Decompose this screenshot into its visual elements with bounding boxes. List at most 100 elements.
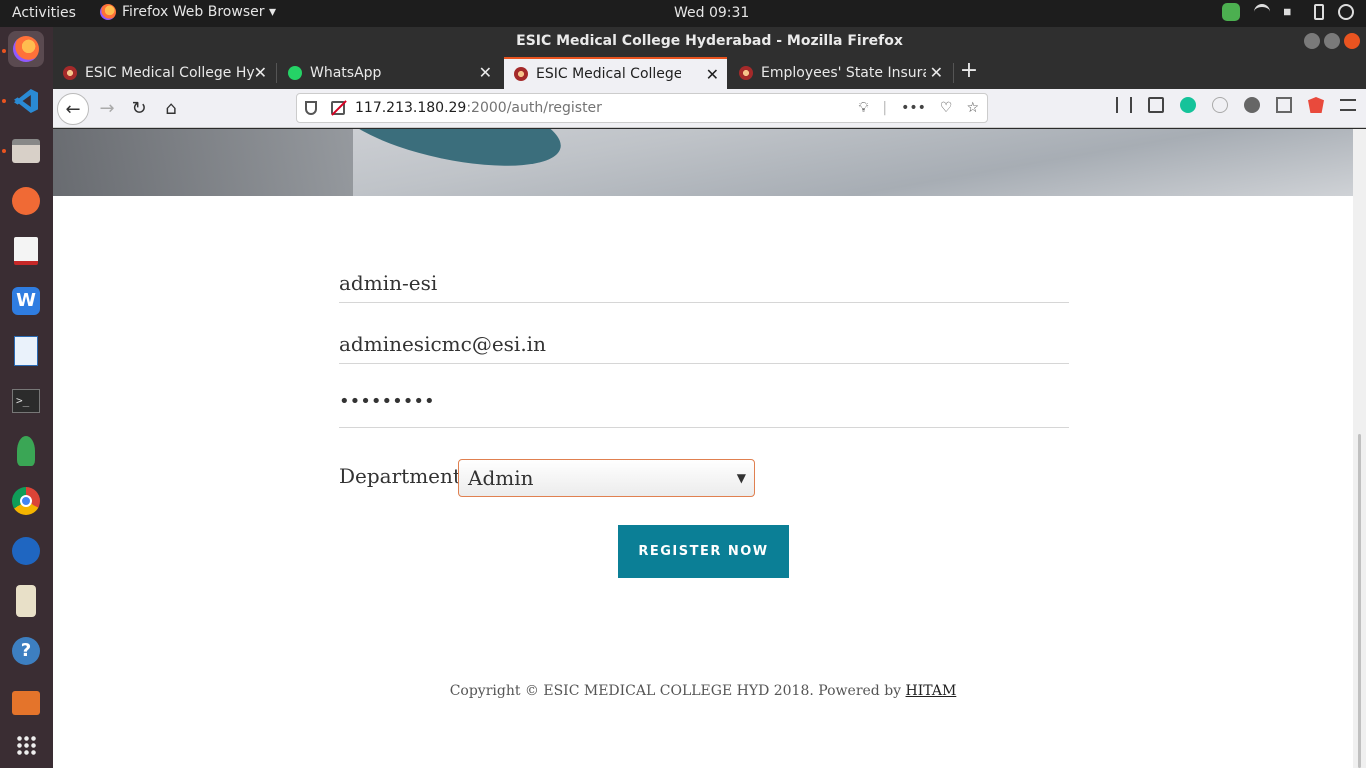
toolbar-extensions	[1116, 97, 1356, 113]
username-field[interactable]: admin-esi	[339, 263, 1069, 303]
maximize-icon[interactable]	[1324, 33, 1340, 49]
libreoffice-writer-icon[interactable]	[8, 333, 44, 369]
shield-extension-icon[interactable]	[1308, 97, 1324, 113]
app-menu[interactable]: Firefox Web Browser ▾	[100, 4, 276, 20]
url-actions: 💡︎ | ••• ♡ ☆	[859, 94, 979, 122]
lightbulb-icon[interactable]: 💡︎	[859, 94, 869, 122]
software-center-icon[interactable]	[8, 683, 44, 719]
copyright-text: Copyright © ESIC MEDICAL COLLEGE HYD 201…	[449, 683, 902, 699]
document-viewer-icon[interactable]	[8, 233, 44, 269]
tab-esic-active[interactable]: ESIC Medical College Hyd ✕	[504, 57, 727, 89]
system-tray[interactable]	[1222, 3, 1354, 21]
rocket-app-icon[interactable]	[8, 433, 44, 469]
web-page: admin-esi adminesicmc@esi.in ••••••••• D…	[53, 129, 1353, 768]
reload-button[interactable]: ↻	[123, 93, 155, 125]
system-top-bar: Activities Firefox Web Browser ▾ Wed 09:…	[0, 0, 1366, 27]
page-scrollbar[interactable]	[1353, 129, 1366, 768]
activities-button[interactable]: Activities	[12, 5, 76, 21]
extension-t-icon[interactable]	[1276, 97, 1292, 113]
tab-label: WhatsApp	[310, 65, 382, 81]
sidebar-icon[interactable]	[1148, 97, 1164, 113]
files-icon[interactable]	[8, 133, 44, 169]
wifi-icon[interactable]	[1254, 4, 1270, 20]
editor-icon[interactable]	[8, 183, 44, 219]
tab-label: ESIC Medical College Hyd	[85, 65, 255, 81]
app-menu-label: Firefox Web Browser ▾	[122, 4, 276, 20]
register-now-button[interactable]: REGISTER NOW	[618, 525, 789, 578]
running-indicator	[2, 49, 6, 53]
url-path: :2000/auth/register	[466, 100, 602, 116]
wps-writer-icon[interactable]: W	[8, 283, 44, 319]
tab-label: Employees' State Insuran	[761, 65, 926, 81]
department-selected-value: Admin	[468, 466, 534, 490]
whatsapp-favicon-icon	[288, 66, 302, 80]
tab-close-icon[interactable]: ✕	[706, 65, 719, 84]
window-titlebar: ESIC Medical College Hyderabad - Mozilla…	[53, 27, 1366, 55]
divider: |	[882, 100, 888, 116]
forward-button[interactable]: →	[91, 93, 123, 125]
show-apps-icon[interactable]	[8, 727, 44, 763]
tab-close-icon[interactable]: ✕	[254, 63, 267, 82]
new-tab-button[interactable]: +	[957, 57, 981, 87]
hero-shadow	[53, 129, 353, 196]
tab-esic-1[interactable]: ESIC Medical College Hyd ✕	[53, 57, 275, 89]
hero-blue-shape	[328, 129, 568, 183]
extension-v-icon[interactable]	[1212, 97, 1228, 113]
battery-icon[interactable]	[1314, 4, 1324, 20]
clock[interactable]: Wed 09:31	[674, 5, 749, 21]
home-button[interactable]: ⌂	[155, 93, 187, 125]
esic-favicon-icon	[514, 67, 528, 81]
running-indicator	[2, 99, 6, 103]
update-shield-icon[interactable]	[1222, 3, 1240, 21]
chevron-down-icon: ▼	[736, 471, 746, 485]
esic-favicon-icon	[63, 66, 77, 80]
close-window-icon[interactable]	[1344, 33, 1360, 49]
department-select[interactable]: Admin ▼	[458, 459, 755, 497]
department-label: Department	[339, 464, 461, 488]
hamburger-menu-icon[interactable]	[1340, 99, 1356, 111]
password-field[interactable]: •••••••••	[339, 382, 1069, 428]
tab-close-icon[interactable]: ✕	[930, 63, 943, 82]
terminal-icon[interactable]: >_	[8, 383, 44, 419]
rhythmbox-icon[interactable]	[8, 583, 44, 619]
tab-separator	[276, 63, 277, 83]
tab-whatsapp[interactable]: WhatsApp ✕	[278, 57, 500, 89]
pocket-icon[interactable]: ♡	[940, 94, 953, 122]
tracking-protection-icon[interactable]	[305, 101, 317, 115]
power-icon[interactable]	[1338, 4, 1354, 20]
email-field[interactable]: adminesicmc@esi.in	[339, 324, 1069, 364]
tab-separator	[953, 63, 954, 83]
url-text[interactable]: 117.213.180.29:2000/auth/register	[355, 94, 602, 122]
window-controls	[1304, 33, 1360, 49]
window-title: ESIC Medical College Hyderabad - Mozilla…	[516, 33, 903, 49]
running-indicator	[2, 149, 6, 153]
volume-icon[interactable]	[1284, 4, 1297, 20]
hitam-link[interactable]: HITAM	[906, 683, 957, 699]
url-host: 117.213.180.29	[355, 100, 467, 116]
firefox-dock-icon[interactable]	[8, 31, 44, 67]
minimize-icon[interactable]	[1304, 33, 1320, 49]
esic-favicon-icon	[739, 66, 753, 80]
url-bar[interactable]: 117.213.180.29:2000/auth/register 💡︎ | •…	[296, 93, 988, 123]
tab-label: ESIC Medical College Hyd	[536, 66, 681, 82]
account-icon[interactable]	[1244, 97, 1260, 113]
tab-employees-state-insurance[interactable]: Employees' State Insuran ✕	[729, 57, 951, 89]
scrollbar-thumb[interactable]	[1358, 434, 1361, 768]
tab-strip: ESIC Medical College Hyd ✕ WhatsApp ✕ ES…	[53, 55, 1366, 89]
firefox-icon	[100, 4, 116, 20]
tab-close-icon[interactable]: ✕	[479, 63, 492, 82]
page-footer: Copyright © ESIC MEDICAL COLLEGE HYD 201…	[53, 683, 1353, 699]
back-button[interactable]: ←	[57, 93, 89, 125]
grammarly-icon[interactable]	[1180, 97, 1196, 113]
chrome-icon[interactable]	[8, 483, 44, 519]
dock: W >_ ?	[0, 27, 53, 768]
vscode-icon[interactable]	[8, 83, 44, 119]
thunderbird-icon[interactable]	[8, 533, 44, 569]
page-actions-icon[interactable]: •••	[901, 94, 926, 122]
insecure-connection-icon[interactable]	[331, 101, 345, 115]
header-image	[53, 129, 1353, 196]
library-icon[interactable]	[1116, 97, 1132, 113]
bookmark-star-icon[interactable]: ☆	[966, 94, 979, 122]
help-icon[interactable]: ?	[8, 633, 44, 669]
navigation-toolbar: ← → ↻ ⌂ 117.213.180.29:2000/auth/registe…	[53, 89, 1366, 128]
